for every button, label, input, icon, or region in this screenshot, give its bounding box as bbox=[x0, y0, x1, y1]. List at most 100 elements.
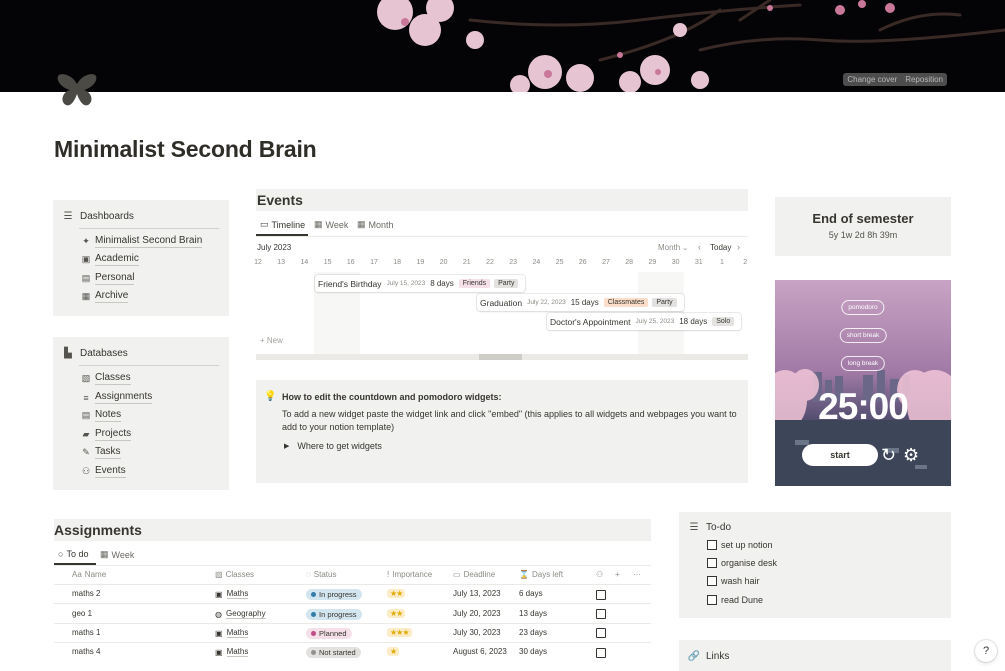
nav-item-tasks[interactable]: ✎ Tasks bbox=[80, 446, 121, 459]
scrollbar-thumb[interactable] bbox=[479, 354, 522, 360]
todo-item[interactable]: read Dune bbox=[707, 595, 763, 605]
today-button[interactable]: Today bbox=[710, 243, 731, 252]
column-header-days-left[interactable]: ⌛ Days left bbox=[519, 570, 563, 579]
cell-class[interactable]: ▣ Maths bbox=[215, 589, 249, 599]
nav-item-minimalist-second-brain[interactable]: ✦ Minimalist Second Brain bbox=[80, 235, 203, 248]
nav-item-events[interactable]: ⚇ Events bbox=[80, 465, 126, 478]
tab-to-do[interactable]: ○ To do bbox=[58, 549, 88, 559]
todo-checkbox[interactable] bbox=[707, 595, 717, 605]
cell-status[interactable]: Planned bbox=[306, 628, 352, 639]
timeline-day-row: 12 13 14 15 16 17 18 19 20 21 22 23 24 25 26 27 28 29 30 31… bbox=[254, 259, 748, 269]
cell-status[interactable]: In progress bbox=[306, 609, 362, 620]
nav-item-label: Projects bbox=[95, 428, 132, 441]
long-break-button[interactable]: long break bbox=[840, 356, 886, 371]
cell-class[interactable]: ◍ Geography bbox=[215, 609, 266, 619]
cell-days-left[interactable]: 30 days bbox=[519, 647, 547, 656]
event-bar-friends-birthday[interactable]: Friend's Birthday July 15, 2023 8 days F… bbox=[315, 275, 526, 292]
new-event-button[interactable]: + New bbox=[260, 336, 283, 345]
todo-checkbox[interactable] bbox=[707, 576, 717, 586]
cell-name[interactable]: maths 4 bbox=[72, 647, 100, 656]
tab-week[interactable]: ▦ Week bbox=[314, 219, 348, 230]
timeline-day-label: 26 bbox=[578, 259, 587, 266]
cell-deadline[interactable]: July 20, 2023 bbox=[453, 609, 501, 618]
nav-item-projects[interactable]: ▰ Projects bbox=[80, 428, 132, 441]
event-bar-graduation[interactable]: Graduation July 22, 2023 15 days Classma… bbox=[477, 294, 684, 311]
pomodoro-widget: pomodoro short break long break 25:00 st… bbox=[775, 280, 951, 486]
where-to-get-widgets-toggle[interactable]: ▶ Where to get widgets bbox=[284, 441, 382, 451]
reset-icon[interactable]: ↻ bbox=[881, 444, 896, 466]
cell-deadline[interactable]: August 6, 2023 bbox=[453, 647, 507, 656]
change-cover-button[interactable]: Change cover bbox=[843, 73, 901, 86]
done-checkbox[interactable] bbox=[596, 609, 606, 619]
nav-item-archive[interactable]: ▦ Archive bbox=[80, 290, 129, 303]
people-icon[interactable]: ⚇ bbox=[596, 570, 603, 579]
cell-name[interactable]: maths 2 bbox=[72, 589, 100, 598]
cell-importance[interactable]: ★★★ bbox=[387, 628, 412, 637]
pomodoro-mode-button[interactable]: pomodoro bbox=[841, 300, 885, 315]
tab-timeline[interactable]: ▭ Timeline bbox=[260, 219, 305, 230]
tab-month[interactable]: ▦ Month bbox=[357, 219, 394, 230]
book-icon: ▣ bbox=[215, 589, 223, 599]
todo-checkbox[interactable] bbox=[707, 540, 717, 550]
event-date: July 22, 2023 bbox=[527, 299, 566, 306]
people-icon: ⚇ bbox=[81, 466, 91, 476]
cell-deadline[interactable]: July 30, 2023 bbox=[453, 628, 501, 637]
todo-item[interactable]: set up notion bbox=[707, 540, 773, 550]
cell-days-left[interactable]: 13 days bbox=[519, 609, 547, 618]
relation-icon: ▧ bbox=[215, 570, 223, 579]
column-header-importance[interactable]: ! Importance bbox=[387, 570, 432, 579]
countdown-remaining: 5y 1w 2d 8h 39m bbox=[828, 230, 898, 240]
short-break-button[interactable]: short break bbox=[839, 328, 887, 343]
cell-importance[interactable]: ★★ bbox=[387, 589, 406, 598]
column-header-classes[interactable]: ▧ Classes bbox=[215, 570, 254, 579]
help-button[interactable]: ? bbox=[975, 640, 997, 662]
view-select[interactable]: Month ⌄ bbox=[658, 243, 688, 252]
nav-item-academic[interactable]: ▣ Academic bbox=[80, 253, 139, 266]
sliders-icon: ☰ bbox=[63, 211, 73, 222]
todo-item[interactable]: wash hair bbox=[707, 576, 760, 586]
nav-item-label: Academic bbox=[95, 253, 139, 266]
column-header-deadline[interactable]: ▭ Deadline bbox=[453, 570, 495, 579]
cell-days-left[interactable]: 23 days bbox=[519, 628, 547, 637]
reposition-button[interactable]: Reposition bbox=[901, 73, 947, 86]
tab-week[interactable]: ▦ Week bbox=[100, 549, 134, 560]
chevron-right-icon[interactable]: › bbox=[737, 242, 740, 252]
todo-item[interactable]: organise desk bbox=[707, 558, 777, 568]
add-column-icon[interactable]: + bbox=[615, 570, 620, 579]
done-checkbox[interactable] bbox=[596, 628, 606, 638]
column-label: Name bbox=[84, 570, 107, 579]
cell-status[interactable]: In progress bbox=[306, 589, 362, 600]
event-bar-doctors-appointment[interactable]: Doctor's Appointment July 25, 2023 18 da… bbox=[547, 313, 742, 330]
chevron-left-icon[interactable]: ‹ bbox=[698, 242, 701, 252]
column-header-name[interactable]: Aa Name bbox=[72, 570, 106, 579]
start-button[interactable]: start bbox=[802, 444, 878, 466]
nav-item-classes[interactable]: ▧ Classes bbox=[80, 372, 131, 385]
todo-checkbox[interactable] bbox=[707, 558, 717, 568]
cell-status[interactable]: Not started bbox=[306, 647, 361, 658]
event-days-left: 8 days bbox=[430, 279, 454, 288]
timeline-day-label: 29 bbox=[648, 259, 657, 266]
status-label: In progress bbox=[319, 590, 357, 599]
butterfly-icon[interactable] bbox=[56, 72, 98, 108]
status-pill: Planned bbox=[306, 628, 352, 639]
event-tag: Friends bbox=[458, 279, 491, 288]
countdown-widget: End of semester 5y 1w 2d 8h 39m bbox=[775, 197, 951, 256]
nav-item-assignments[interactable]: ≡ Assignments bbox=[80, 391, 153, 404]
event-name: Friend's Birthday bbox=[318, 278, 382, 289]
cell-deadline[interactable]: July 13, 2023 bbox=[453, 589, 501, 598]
column-header-status[interactable]: ◌ Status bbox=[306, 570, 336, 579]
cell-importance[interactable]: ★★ bbox=[387, 609, 406, 618]
cell-class[interactable]: ▣ Maths bbox=[215, 628, 249, 638]
nav-item-personal[interactable]: ▤ Personal bbox=[80, 272, 135, 285]
gear-icon[interactable]: ⚙ bbox=[903, 444, 919, 466]
cell-name[interactable]: geo 1 bbox=[72, 609, 92, 618]
horizontal-scrollbar[interactable] bbox=[256, 354, 748, 360]
done-checkbox[interactable] bbox=[596, 648, 606, 658]
cell-name[interactable]: maths 1 bbox=[72, 628, 100, 637]
more-options-icon[interactable]: ··· bbox=[633, 570, 641, 579]
cell-importance[interactable]: ★ bbox=[387, 647, 400, 656]
done-checkbox[interactable] bbox=[596, 590, 606, 600]
cell-days-left[interactable]: 6 days bbox=[519, 589, 543, 598]
nav-item-notes[interactable]: ▤ Notes bbox=[80, 409, 122, 422]
cell-class[interactable]: ▣ Maths bbox=[215, 647, 249, 657]
